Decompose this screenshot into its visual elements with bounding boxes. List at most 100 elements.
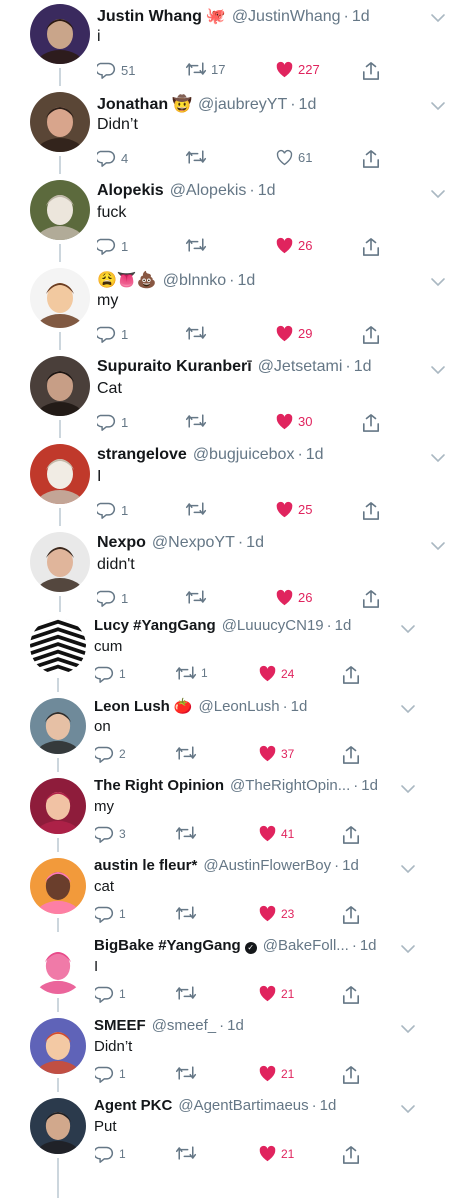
reply-tweet[interactable]: Justin Whang 🐙 @JustinWhang · 1d i 51 17 227 bbox=[0, 0, 468, 88]
share-button[interactable] bbox=[342, 665, 360, 685]
user-handle[interactable]: @AgentBartimaeus bbox=[178, 1097, 308, 1114]
user-handle[interactable]: @NexpoYT bbox=[152, 534, 235, 552]
timestamp[interactable]: 1d bbox=[299, 96, 317, 114]
retweet-button[interactable] bbox=[185, 325, 211, 341]
like-button[interactable]: 61 bbox=[275, 149, 312, 166]
reply-button[interactable]: 3 bbox=[95, 825, 126, 843]
user-handle[interactable]: @JustinWhang bbox=[232, 8, 341, 26]
avatar[interactable] bbox=[30, 858, 86, 914]
user-handle[interactable]: @Alopekis bbox=[170, 182, 247, 200]
avatar[interactable] bbox=[30, 268, 90, 328]
user-handle[interactable]: @jaubreyYT bbox=[198, 96, 287, 114]
chevron-down-icon[interactable] bbox=[400, 703, 416, 715]
retweet-button[interactable] bbox=[175, 825, 201, 841]
avatar[interactable] bbox=[30, 92, 90, 152]
share-button[interactable] bbox=[362, 149, 380, 169]
timestamp[interactable]: 1d bbox=[291, 698, 308, 715]
like-button[interactable]: 21 bbox=[258, 985, 294, 1002]
display-name[interactable]: Nexpo bbox=[97, 534, 146, 552]
display-name[interactable]: Justin Whang bbox=[97, 8, 202, 26]
chevron-down-icon[interactable] bbox=[430, 100, 446, 112]
share-button[interactable] bbox=[362, 237, 380, 257]
chevron-down-icon[interactable] bbox=[430, 188, 446, 200]
retweet-button[interactable] bbox=[175, 745, 201, 761]
user-handle[interactable]: @LeonLush bbox=[199, 698, 280, 715]
chevron-down-icon[interactable] bbox=[430, 452, 446, 464]
like-button[interactable]: 21 bbox=[258, 1145, 294, 1162]
chevron-down-icon[interactable] bbox=[400, 623, 416, 635]
reply-button[interactable]: 1 bbox=[95, 665, 126, 683]
retweet-button[interactable] bbox=[175, 905, 201, 921]
avatar[interactable] bbox=[30, 532, 90, 592]
display-name[interactable]: strangelove bbox=[97, 446, 187, 464]
retweet-button[interactable]: 1 bbox=[175, 665, 208, 681]
retweet-button[interactable]: 17 bbox=[185, 61, 225, 77]
avatar[interactable] bbox=[30, 698, 86, 754]
reply-button[interactable]: 1 bbox=[95, 905, 126, 923]
timestamp[interactable]: 1d bbox=[320, 1097, 337, 1114]
timestamp[interactable]: 1d bbox=[306, 446, 324, 464]
avatar[interactable] bbox=[30, 4, 90, 64]
reply-button[interactable]: 1 bbox=[97, 237, 128, 255]
display-name[interactable]: Supuraito Kuranberī bbox=[97, 358, 252, 376]
like-button[interactable]: 26 bbox=[275, 589, 312, 606]
timestamp[interactable]: 1d bbox=[352, 8, 370, 26]
reply-button[interactable]: 1 bbox=[97, 413, 128, 431]
share-button[interactable] bbox=[342, 1145, 360, 1165]
retweet-button[interactable] bbox=[175, 1065, 201, 1081]
timestamp[interactable]: 1d bbox=[354, 358, 372, 376]
reply-tweet[interactable]: BigBake #YangGang ✓ @BakeFoll... · 1d I 1 21 bbox=[0, 934, 468, 1014]
avatar[interactable] bbox=[30, 180, 90, 240]
like-button[interactable]: 24 bbox=[258, 665, 294, 682]
like-button[interactable]: 30 bbox=[275, 413, 312, 430]
share-button[interactable] bbox=[362, 589, 380, 609]
timestamp[interactable]: 1d bbox=[246, 534, 264, 552]
avatar[interactable] bbox=[30, 938, 86, 994]
like-button[interactable]: 26 bbox=[275, 237, 312, 254]
timestamp[interactable]: 1d bbox=[237, 272, 255, 290]
chevron-down-icon[interactable] bbox=[430, 540, 446, 552]
reply-button[interactable]: 1 bbox=[95, 1145, 126, 1163]
reply-button[interactable]: 1 bbox=[95, 1065, 126, 1083]
user-handle[interactable]: @blnnko bbox=[163, 272, 226, 290]
chevron-down-icon[interactable] bbox=[430, 276, 446, 288]
timestamp[interactable]: 1d bbox=[360, 937, 377, 954]
reply-tweet[interactable]: Agent PKC @AgentBartimaeus · 1d Put 1 21 bbox=[0, 1094, 468, 1200]
display-name[interactable]: SMEEF bbox=[94, 1017, 146, 1034]
reply-tweet[interactable]: Nexpo @NexpoYT · 1d didn't 1 26 bbox=[0, 528, 468, 614]
share-button[interactable] bbox=[362, 61, 380, 81]
share-button[interactable] bbox=[342, 745, 360, 765]
avatar[interactable] bbox=[30, 1018, 86, 1074]
reply-button[interactable]: 2 bbox=[95, 745, 126, 763]
reply-tweet[interactable]: 😩👅💩 @blnnko · 1d my 1 29 bbox=[0, 264, 468, 352]
chevron-down-icon[interactable] bbox=[430, 12, 446, 24]
user-handle[interactable]: @smeef_ bbox=[152, 1017, 216, 1034]
user-handle[interactable]: @BakeFoll... bbox=[263, 937, 349, 954]
timestamp[interactable]: 1d bbox=[227, 1017, 244, 1034]
user-handle[interactable]: @TheRightOpin... bbox=[230, 777, 350, 794]
retweet-button[interactable] bbox=[185, 589, 211, 605]
display-name[interactable]: BigBake #YangGang bbox=[94, 937, 241, 954]
reply-button[interactable]: 4 bbox=[97, 149, 128, 167]
reply-button[interactable]: 1 bbox=[95, 985, 126, 1003]
like-button[interactable]: 227 bbox=[275, 61, 320, 78]
chevron-down-icon[interactable] bbox=[400, 1023, 416, 1035]
display-name[interactable]: austin le fleur* bbox=[94, 857, 197, 874]
avatar[interactable] bbox=[30, 444, 90, 504]
timestamp[interactable]: 1d bbox=[335, 617, 352, 634]
reply-tweet[interactable]: Supuraito Kuranberī @Jetsetami · 1d Cat 1 30 bbox=[0, 352, 468, 440]
reply-tweet[interactable]: Leon Lush 🍅 @LeonLush · 1d on 2 37 bbox=[0, 694, 468, 774]
share-button[interactable] bbox=[342, 825, 360, 845]
user-handle[interactable]: @Jetsetami bbox=[258, 358, 343, 376]
avatar[interactable] bbox=[30, 618, 86, 674]
chevron-down-icon[interactable] bbox=[400, 783, 416, 795]
display-name[interactable]: Alopekis bbox=[97, 182, 164, 200]
like-button[interactable]: 41 bbox=[258, 825, 294, 842]
chevron-down-icon[interactable] bbox=[400, 863, 416, 875]
reply-button[interactable]: 1 bbox=[97, 589, 128, 607]
avatar[interactable] bbox=[30, 356, 90, 416]
retweet-button[interactable] bbox=[175, 1145, 201, 1161]
share-button[interactable] bbox=[342, 985, 360, 1005]
timestamp[interactable]: 1d bbox=[361, 777, 378, 794]
share-button[interactable] bbox=[342, 1065, 360, 1085]
